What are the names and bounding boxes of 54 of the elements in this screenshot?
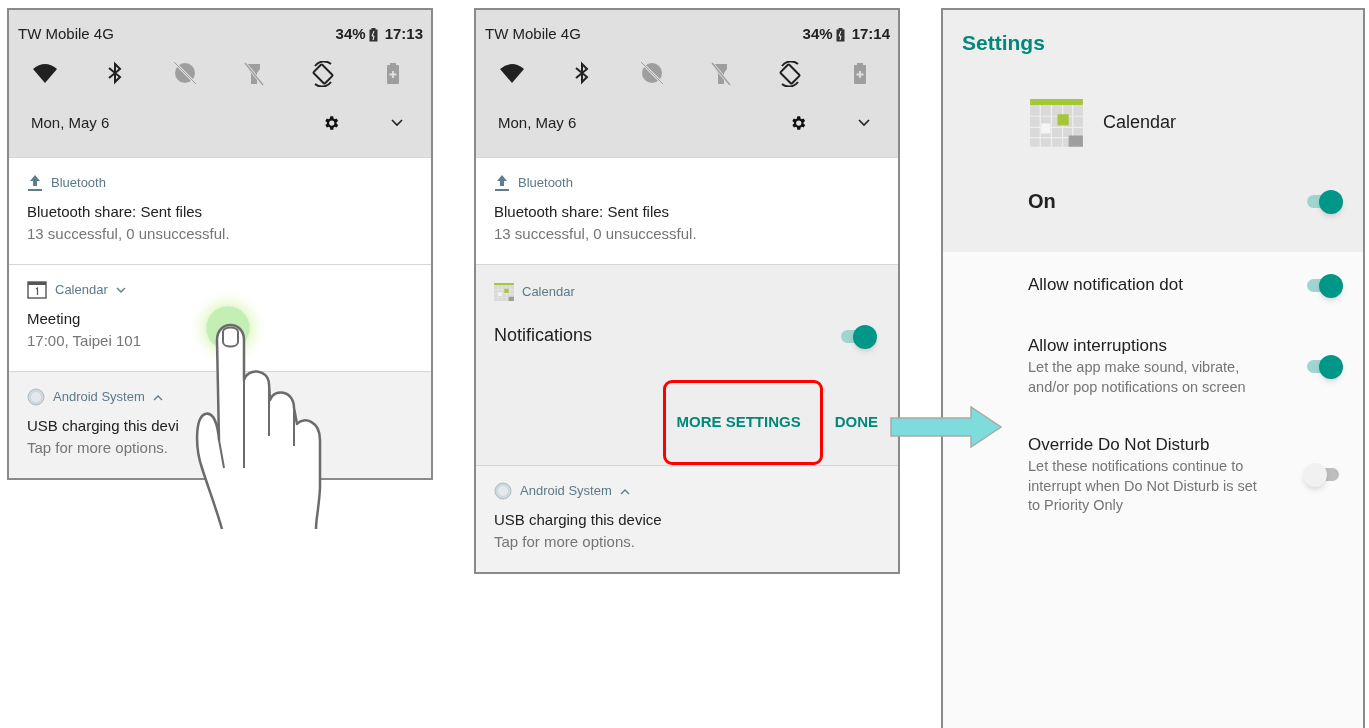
app-name: Bluetooth: [51, 174, 106, 193]
date-label: Mon, May 6: [31, 112, 110, 133]
chevron-down-icon[interactable]: [115, 286, 126, 294]
settings-title: Settings: [962, 30, 1045, 56]
notification-text: Tap for more options.: [494, 532, 636, 552]
battery-charging-icon: [368, 27, 378, 42]
expand-chevron-icon[interactable]: [858, 119, 870, 127]
notification-text: 13 successful, 0 unsuccessful.: [27, 224, 231, 244]
setting-description: Let the app make sound, vibrate, and/or pop notifications on screen: [1028, 358, 1247, 397]
battery-percent: 34%: [335, 24, 366, 45]
setting-label: Allow notification dot: [1028, 274, 1184, 296]
carrier-name: TW Mobile 4G: [485, 24, 581, 45]
date-label: Mon, May 6: [498, 112, 577, 133]
action-button[interactable]: DONE: [834, 405, 878, 440]
settings-row[interactable]: Allow notification dot: [1028, 272, 1343, 298]
calendar-icon: [27, 281, 47, 299]
settings-row[interactable]: Override Do Not Disturb Let these notifications continue to interrupt when Do Not Disturb is set to Priority Only: [1028, 433, 1343, 516]
setting-label: Allow interruptions: [1028, 335, 1168, 357]
app-name: Android System: [520, 482, 612, 501]
clock-time: 17:14: [851, 24, 890, 45]
calendar-app-icon: [1030, 99, 1083, 147]
notification-title: USB charging this device: [494, 510, 663, 530]
notification-text: 17:00, Taipei 101: [27, 331, 142, 351]
notification-title: Bluetooth share: Sent files: [27, 202, 204, 222]
app-name: Calendar: [522, 283, 575, 302]
app-name: Bluetooth: [518, 174, 573, 193]
master-switch-label: On: [1028, 188, 1056, 214]
action-button[interactable]: MORE SETTINGS: [676, 405, 801, 440]
setting-description: Let these notifications continue to interrupt when Do Not Disturb is set to Priority Only: [1028, 457, 1258, 515]
notification-text: 13 successful, 0 unsuccessful.: [494, 224, 698, 244]
settings-row[interactable]: Allow interruptions Let the app make sound, vibrate, and/or pop notifications on screen: [1028, 334, 1343, 397]
notification-text: Tap for more options.: [27, 438, 169, 458]
app-name: Android System: [53, 388, 145, 407]
notification-card[interactable]: Android System USB charging this device Tap for more options.: [476, 465, 898, 572]
clock-time: 17:13: [384, 24, 423, 45]
notification-title: USB charging this devi: [27, 416, 180, 436]
battery-percent: 34%: [802, 24, 833, 45]
calendar-app-icon: [494, 283, 514, 301]
battery-charging-icon: [835, 27, 845, 42]
expand-chevron-icon[interactable]: [391, 119, 403, 127]
notification-title: Bluetooth share: Sent files: [494, 202, 671, 222]
upload-icon: [27, 174, 43, 192]
upload-icon: [494, 174, 510, 192]
carrier-name: TW Mobile 4G: [18, 24, 114, 45]
setting-label: Override Do Not Disturb: [1028, 434, 1211, 456]
chevron-up-icon[interactable]: [619, 487, 630, 495]
circle-icon: [27, 388, 45, 406]
notification-title: Meeting: [27, 309, 82, 329]
circle-icon: [494, 482, 512, 500]
notifications-label: Notifications: [494, 324, 593, 347]
app-name: Calendar: [55, 281, 108, 300]
chevron-up-icon[interactable]: [152, 393, 163, 401]
app-name: Calendar: [1103, 111, 1177, 135]
right-arrow-icon: [890, 406, 1002, 448]
